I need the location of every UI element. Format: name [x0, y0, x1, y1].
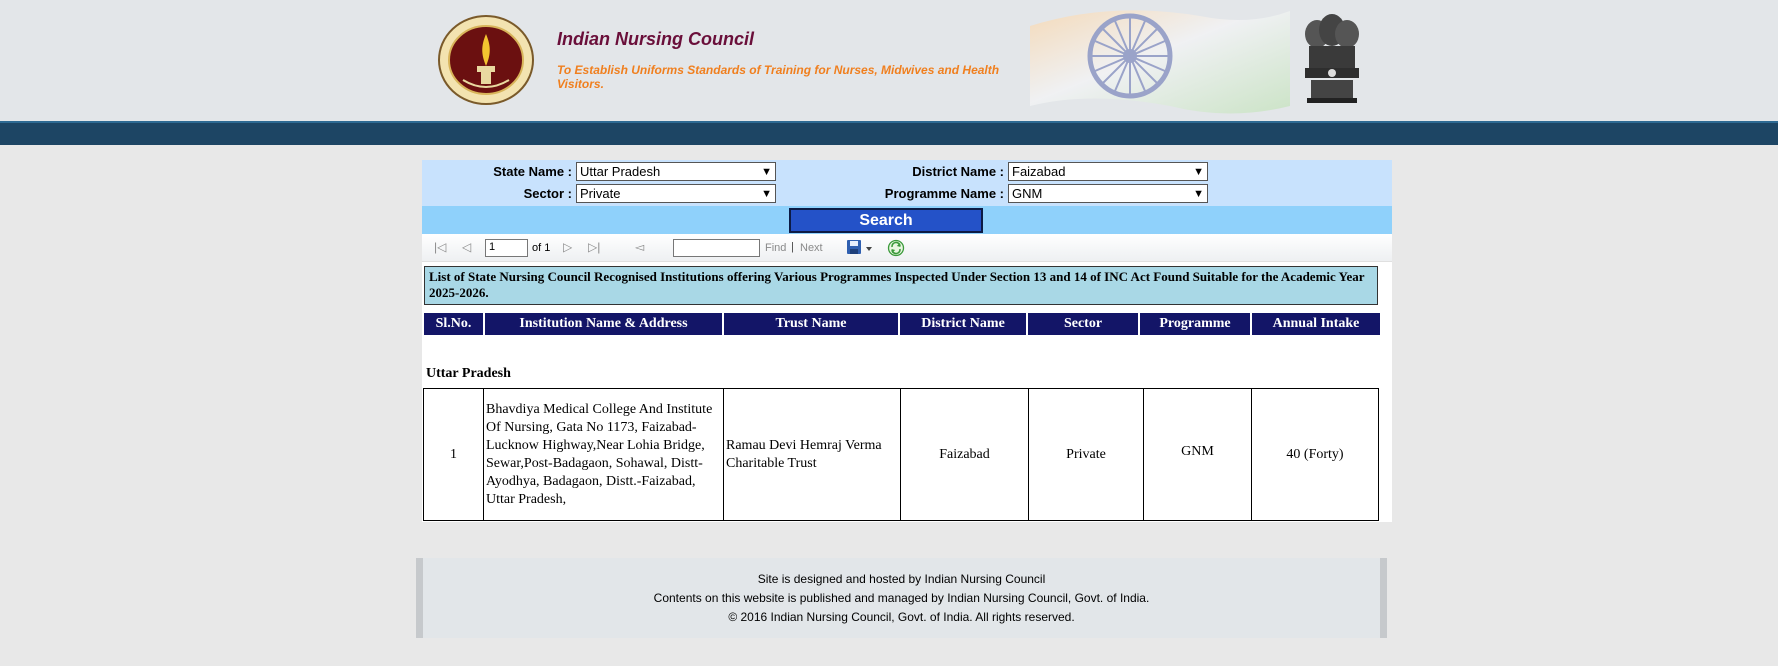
district-select-value: Faizabad	[1012, 164, 1066, 179]
refresh-icon[interactable]	[887, 239, 905, 257]
main-panel: State Name : Uttar Pradesh ▼ District Na…	[422, 160, 1392, 522]
search-button[interactable]: Search	[789, 208, 983, 233]
cell-sector: Private	[1029, 389, 1144, 520]
district-select[interactable]: Faizabad ▼	[1008, 162, 1208, 181]
column-header-programme: Programme	[1140, 313, 1250, 335]
sector-label: Sector :	[523, 186, 572, 201]
filter-panel: State Name : Uttar Pradesh ▼ District Na…	[422, 160, 1392, 206]
column-header-trust: Trust Name	[724, 313, 898, 335]
column-header-slno: Sl.No.	[424, 313, 483, 335]
cell-slno-text: 1	[450, 446, 457, 462]
report-toolbar: |◁ ◁ 1 of 1 ▷ ▷| ◅ Find | Next	[422, 234, 1392, 262]
back-icon[interactable]: ◅	[635, 240, 644, 254]
programme-select-value: GNM	[1012, 186, 1043, 201]
cell-intake: 40 (Forty)	[1252, 389, 1378, 520]
cell-slno: 1	[424, 389, 484, 520]
export-save-icon[interactable]	[846, 239, 874, 257]
table-row: 1 Bhavdiya Medical College And Institute…	[423, 388, 1379, 521]
cell-district: Faizabad	[901, 389, 1029, 520]
site-header: Indian Nursing Council To Establish Unif…	[0, 0, 1778, 123]
chevron-down-icon: ▼	[761, 188, 772, 200]
cell-programme-text: GNM	[1181, 444, 1214, 459]
cell-district-text: Faizabad	[939, 446, 990, 462]
sector-select[interactable]: Private ▼	[576, 184, 776, 203]
org-title: Indian Nursing Council	[557, 29, 754, 49]
council-logo-icon	[438, 15, 534, 105]
cell-intake-text: 40 (Forty)	[1286, 446, 1344, 462]
prev-page-icon[interactable]: ◁	[462, 240, 471, 254]
first-page-icon[interactable]: |◁	[434, 240, 446, 254]
footer-line-copyright: © 2016 Indian Nursing Council, Govt. of …	[728, 610, 1075, 624]
programme-select[interactable]: GNM ▼	[1008, 184, 1208, 203]
toolbar-separator: |	[791, 241, 794, 253]
state-group-heading: Uttar Pradesh	[426, 366, 511, 381]
cell-sector-text: Private	[1066, 446, 1106, 462]
cell-institution-text: Bhavdiya Medical College And Institute O…	[486, 401, 713, 507]
last-page-icon[interactable]: ▷|	[588, 240, 600, 254]
report-title: List of State Nursing Council Recognised…	[424, 266, 1378, 305]
header-band	[0, 123, 1778, 145]
flag-chakra-art-icon	[1030, 10, 1290, 114]
state-label: State Name :	[493, 164, 572, 179]
footer-line-hosted: Site is designed and hosted by Indian Nu…	[757, 572, 1046, 586]
state-select[interactable]: Uttar Pradesh ▼	[576, 162, 776, 181]
org-tagline: To Establish Uniforms Standards of Train…	[557, 63, 1000, 91]
cell-trust-text: Ramau Devi Hemraj Verma Charitable Trust	[726, 437, 882, 471]
sector-select-value: Private	[580, 186, 621, 201]
next-page-icon[interactable]: ▷	[563, 240, 572, 254]
cell-trust: Ramau Devi Hemraj Verma Charitable Trust	[724, 389, 901, 520]
chevron-down-icon: ▼	[761, 166, 772, 178]
national-emblem-icon	[1305, 14, 1359, 103]
chevron-down-icon: ▼	[1193, 188, 1204, 200]
search-row: Search	[422, 206, 1392, 234]
column-header-intake: Annual Intake	[1252, 313, 1380, 335]
page-number-input[interactable]: 1	[485, 239, 528, 257]
chevron-down-icon: ▼	[1193, 166, 1204, 178]
programme-label: Programme Name :	[884, 186, 1004, 201]
district-label: District Name :	[912, 164, 1004, 179]
column-header-institution: Institution Name & Address	[485, 313, 722, 335]
column-header-sector: Sector	[1028, 313, 1138, 335]
footer-line-contents: Contents on this website is published an…	[653, 591, 1150, 605]
state-select-value: Uttar Pradesh	[580, 164, 661, 179]
cell-institution: Bhavdiya Medical College And Institute O…	[484, 389, 724, 520]
find-input[interactable]	[673, 239, 760, 257]
site-footer: Site is designed and hosted by Indian Nu…	[416, 558, 1387, 638]
next-link[interactable]: Next	[800, 242, 823, 254]
cell-programme: GNM	[1144, 389, 1252, 520]
column-header-district: District Name	[900, 313, 1026, 335]
find-link[interactable]: Find	[765, 242, 786, 254]
page-count: of 1	[532, 242, 551, 254]
